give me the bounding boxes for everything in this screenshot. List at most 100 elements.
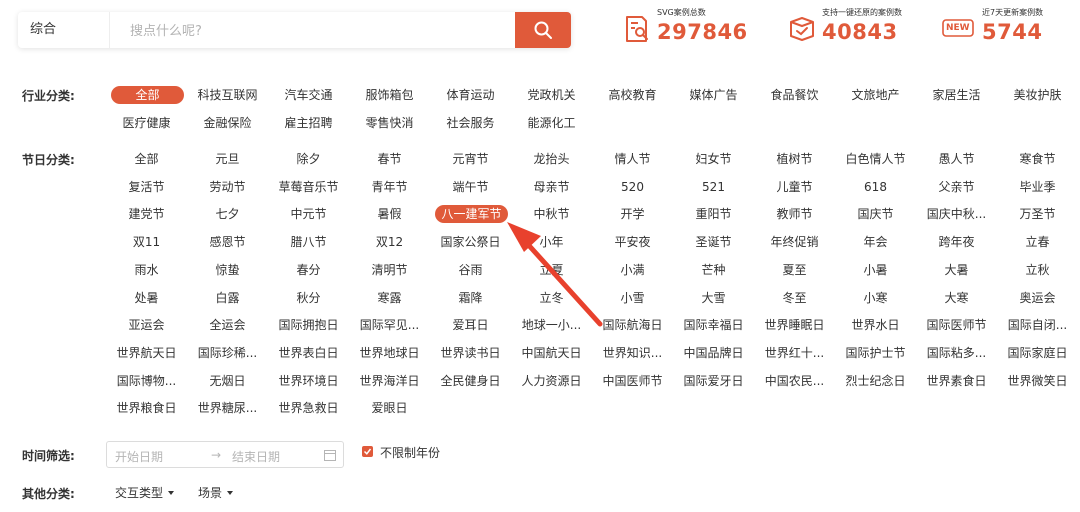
festival-tag[interactable]: 白色情人节: [835, 150, 916, 168]
industry-tag[interactable]: 科技互联网: [187, 86, 268, 104]
festival-tag[interactable]: 世界素食日: [916, 372, 997, 390]
festival-tag[interactable]: 雨水: [106, 261, 187, 279]
festival-tag[interactable]: 草莓音乐节: [268, 178, 349, 196]
festival-tag[interactable]: 情人节: [592, 150, 673, 168]
festival-tag[interactable]: 国家公祭日: [430, 233, 511, 251]
festival-tag[interactable]: 中国品牌日: [673, 344, 754, 362]
industry-tag[interactable]: 服饰箱包: [349, 86, 430, 104]
festival-tag[interactable]: 世界环境日: [268, 372, 349, 390]
festival-tag[interactable]: 小寒: [835, 289, 916, 307]
festival-tag[interactable]: 春分: [268, 261, 349, 279]
festival-tag[interactable]: 世界糖尿...: [187, 399, 268, 417]
festival-tag[interactable]: 国际护士节: [835, 344, 916, 362]
industry-tag[interactable]: 高校教育: [592, 86, 673, 104]
festival-tag[interactable]: 愚人节: [916, 150, 997, 168]
festival-tag[interactable]: 重阳节: [673, 205, 754, 223]
festival-tag[interactable]: 元宵节: [430, 150, 511, 168]
festival-tag[interactable]: 惊蛰: [187, 261, 268, 279]
festival-tag[interactable]: 冬至: [754, 289, 835, 307]
festival-tag[interactable]: 年会: [835, 233, 916, 251]
festival-tag[interactable]: 腊八节: [268, 233, 349, 251]
festival-tag[interactable]: 除夕: [268, 150, 349, 168]
interaction-type-dropdown[interactable]: 交互类型: [115, 484, 175, 501]
festival-tag[interactable]: 圣诞节: [673, 233, 754, 251]
festival-tag[interactable]: 世界水日: [835, 316, 916, 334]
festival-tag[interactable]: 世界知识...: [592, 344, 673, 362]
festival-tag[interactable]: 国际幸福日: [673, 316, 754, 334]
festival-tag[interactable]: 奥运会: [997, 289, 1078, 307]
festival-tag[interactable]: 国际自闭...: [997, 316, 1078, 334]
festival-tag[interactable]: 夏至: [754, 261, 835, 279]
scene-dropdown[interactable]: 场景: [198, 484, 234, 501]
festival-tag[interactable]: 秋分: [268, 289, 349, 307]
festival-tag[interactable]: 大雪: [673, 289, 754, 307]
industry-tag[interactable]: 全部: [111, 86, 184, 104]
industry-tag[interactable]: 能源化工: [511, 114, 592, 132]
festival-tag[interactable]: 青年节: [349, 178, 430, 196]
festival-tag[interactable]: 寒露: [349, 289, 430, 307]
industry-tag[interactable]: 文旅地产: [835, 86, 916, 104]
industry-tag[interactable]: 食品餐饮: [754, 86, 835, 104]
festival-tag[interactable]: 世界急救日: [268, 399, 349, 417]
industry-tag[interactable]: 雇主招聘: [268, 114, 349, 132]
unlimited-year-checkbox[interactable]: [362, 446, 373, 457]
festival-tag[interactable]: 国际家庭日: [997, 344, 1078, 362]
festival-tag[interactable]: 中元节: [268, 205, 349, 223]
festival-tag[interactable]: 寒食节: [997, 150, 1078, 168]
festival-tag[interactable]: 白露: [187, 289, 268, 307]
festival-tag[interactable]: 小暑: [835, 261, 916, 279]
industry-tag[interactable]: 美妆护肤: [997, 86, 1078, 104]
industry-tag[interactable]: 汽车交通: [268, 86, 349, 104]
start-date-input[interactable]: 开始日期: [115, 448, 163, 465]
festival-tag[interactable]: 小满: [592, 261, 673, 279]
festival-tag[interactable]: 跨年夜: [916, 233, 997, 251]
festival-tag[interactable]: 年终促销: [754, 233, 835, 251]
festival-tag[interactable]: 全运会: [187, 316, 268, 334]
festival-tag[interactable]: 中秋节: [511, 205, 592, 223]
festival-tag[interactable]: 中国医师节: [592, 372, 673, 390]
festival-tag[interactable]: 立秋: [997, 261, 1078, 279]
festival-tag[interactable]: 谷雨: [430, 261, 511, 279]
festival-tag[interactable]: 地球一小...: [511, 316, 592, 334]
festival-tag[interactable]: 八一建军节: [435, 205, 508, 224]
festival-tag[interactable]: 元旦: [187, 150, 268, 168]
festival-tag[interactable]: 国庆节: [835, 205, 916, 223]
industry-tag[interactable]: 媒体广告: [673, 86, 754, 104]
festival-tag[interactable]: 父亲节: [916, 178, 997, 196]
festival-tag[interactable]: 立春: [997, 233, 1078, 251]
festival-tag[interactable]: 国庆中秋...: [916, 205, 997, 223]
festival-tag[interactable]: 世界表白日: [268, 344, 349, 362]
festival-tag[interactable]: 618: [835, 178, 916, 196]
festival-tag[interactable]: 521: [673, 178, 754, 196]
festival-tag[interactable]: 520: [592, 178, 673, 196]
festival-tag[interactable]: 端午节: [430, 178, 511, 196]
festival-tag[interactable]: 复活节: [106, 178, 187, 196]
festival-tag[interactable]: 立冬: [511, 289, 592, 307]
festival-tag[interactable]: 建党节: [106, 205, 187, 223]
date-range-picker[interactable]: 开始日期 → 结束日期: [106, 441, 344, 468]
festival-tag[interactable]: 龙抬头: [511, 150, 592, 168]
festival-tag[interactable]: 无烟日: [187, 372, 268, 390]
festival-tag[interactable]: 植树节: [754, 150, 835, 168]
festival-tag[interactable]: 教师节: [754, 205, 835, 223]
festival-tag[interactable]: 妇女节: [673, 150, 754, 168]
festival-tag[interactable]: 亚运会: [106, 316, 187, 334]
festival-tag[interactable]: 七夕: [187, 205, 268, 223]
festival-tag[interactable]: 暑假: [349, 205, 430, 223]
festival-tag[interactable]: 霜降: [430, 289, 511, 307]
search-input[interactable]: [110, 12, 515, 50]
festival-tag[interactable]: 世界航天日: [106, 344, 187, 362]
festival-tag[interactable]: 国际粘多...: [916, 344, 997, 362]
festival-tag[interactable]: 国际爱牙日: [673, 372, 754, 390]
festival-tag[interactable]: 大寒: [916, 289, 997, 307]
festival-tag[interactable]: 中国农民...: [754, 372, 835, 390]
festival-tag[interactable]: 烈士纪念日: [835, 372, 916, 390]
festival-tag[interactable]: 母亲节: [511, 178, 592, 196]
festival-tag[interactable]: 国际航海日: [592, 316, 673, 334]
festival-tag[interactable]: 小年: [511, 233, 592, 251]
festival-tag[interactable]: 劳动节: [187, 178, 268, 196]
industry-tag[interactable]: 党政机关: [511, 86, 592, 104]
festival-tag[interactable]: 春节: [349, 150, 430, 168]
festival-tag[interactable]: 世界粮食日: [106, 399, 187, 417]
festival-tag[interactable]: 小雪: [592, 289, 673, 307]
